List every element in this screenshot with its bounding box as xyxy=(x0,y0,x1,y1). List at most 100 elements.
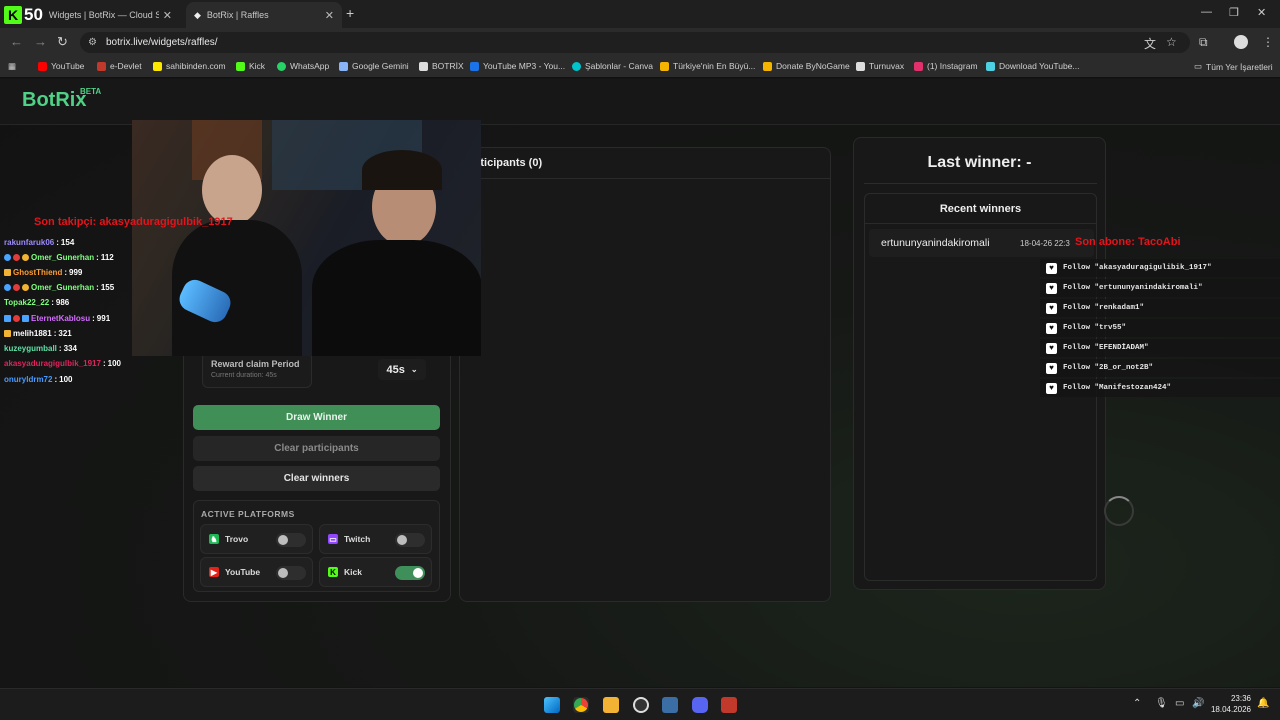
reward-duration-select[interactable]: 45s ⌄ xyxy=(378,359,426,380)
bookmark-youtube[interactable]: YouTube xyxy=(38,61,84,71)
start-icon[interactable] xyxy=(544,697,560,713)
obs-icon[interactable] xyxy=(633,697,649,713)
tab-title: Widgets | BotRix — Cloud Strea xyxy=(48,10,159,20)
heart-icon: ♥ xyxy=(1046,342,1057,354)
app-header: BotRix BETA xyxy=(0,79,1280,125)
draw-winner-button[interactable]: Draw Winner xyxy=(193,405,440,430)
badge-icon xyxy=(13,254,20,261)
bookmark-instagram[interactable]: (1) Instagram xyxy=(914,61,978,71)
forward-icon[interactable]: → xyxy=(34,34,47,49)
bookmark-sahibinden[interactable]: sahibinden.com xyxy=(153,61,226,71)
youtube-toggle[interactable] xyxy=(276,566,306,580)
profile-avatar[interactable] xyxy=(1234,35,1248,49)
menu-icon[interactable]: ⋮ xyxy=(1262,35,1274,49)
close-window-icon[interactable]: ✕ xyxy=(1257,6,1266,19)
follow-event: ♥ Follow "trv55" xyxy=(1040,319,1280,337)
chrome-taskbar-button[interactable] xyxy=(573,697,589,713)
address-bar[interactable]: ⚙ botrix.live/widgets/raffles/ xyxy=(80,32,1190,53)
badge-icon xyxy=(4,254,11,261)
volume-icon[interactable]: 🔊 xyxy=(1192,698,1204,709)
active-platforms-title: ACTIVE PLATFORMS xyxy=(201,509,295,519)
platform-kick: K Kick xyxy=(319,557,432,587)
chat-leaderboard-row: Omer_Gunerhan:155 xyxy=(4,283,114,292)
botrix-logo[interactable]: BotRix xyxy=(22,89,86,112)
chat-score: 986 xyxy=(55,298,70,307)
system-clock[interactable]: 23:36 18.04.2026 xyxy=(1211,693,1251,715)
url-text: botrix.live/widgets/raffles/ xyxy=(106,37,218,48)
heart-icon: ♥ xyxy=(1046,262,1057,274)
bookmark-turkiye[interactable]: Türkiye'nin En Büyü... xyxy=(660,61,755,71)
tab-raffles[interactable]: ◆ BotRix | Raffles ✕ xyxy=(186,2,342,28)
chat-leaderboard-row: Omer_Gunerhan:112 xyxy=(4,253,114,262)
bookmark-download-youtube[interactable]: Download YouTube... xyxy=(986,61,1080,71)
chat-leaderboard-row: GhostThiend:999 xyxy=(4,268,82,277)
all-bookmarks[interactable]: ▭ Tüm Yer İşaretleri xyxy=(1194,61,1273,72)
kick-icon xyxy=(236,61,245,71)
clear-winners-button[interactable]: Clear winners xyxy=(193,466,440,491)
discord-icon[interactable] xyxy=(692,697,708,713)
divider xyxy=(865,223,1096,224)
twitch-toggle[interactable] xyxy=(395,533,425,547)
bookmark-edevlet[interactable]: e-Devlet xyxy=(97,61,142,71)
steam-icon[interactable] xyxy=(662,697,678,713)
close-tab-icon[interactable]: ✕ xyxy=(325,9,334,22)
game-icon[interactable] xyxy=(721,697,737,713)
beta-badge: BETA xyxy=(80,87,102,96)
chevron-down-icon: ⌄ xyxy=(410,365,418,374)
chat-leaderboard-row: kuzeygumball:334 xyxy=(4,344,77,353)
back-icon[interactable]: ← xyxy=(10,34,23,49)
translate-icon[interactable]: 文 xyxy=(1144,35,1156,52)
clear-participants-button[interactable]: Clear participants xyxy=(193,436,440,461)
site-info-icon[interactable]: ⚙ xyxy=(88,32,97,53)
badge-icon xyxy=(22,315,29,322)
bookmark-kick[interactable]: Kick xyxy=(236,61,265,71)
heart-icon: ♥ xyxy=(1046,322,1057,334)
bookmark-botrix[interactable]: BOTRİX xyxy=(419,61,464,71)
close-tab-icon[interactable]: ✕ xyxy=(163,9,172,22)
chat-user: Omer_Gunerhan xyxy=(31,253,95,262)
bookmark-canva[interactable]: Şablonlar - Canva xyxy=(572,61,653,71)
winner-name: ertununyanindakiromali xyxy=(881,237,990,249)
bookmark-star-icon[interactable]: ☆ xyxy=(1166,35,1177,49)
bookmark-whatsapp[interactable]: WhatsApp xyxy=(277,61,329,71)
chat-leaderboard-row: melih1881:321 xyxy=(4,329,72,338)
download-icon xyxy=(986,61,995,71)
show-hidden-icons-icon[interactable]: ⌃ xyxy=(1133,698,1141,709)
microphone-icon[interactable]: 🎙 xyxy=(1155,698,1168,709)
winner-time: 18-04-26 22:3 xyxy=(1020,239,1070,248)
chat-user: Omer_Gunerhan xyxy=(31,283,95,292)
chat-user: EternetKablosu xyxy=(31,314,91,323)
bookmark-gemini[interactable]: Google Gemini xyxy=(339,61,409,71)
chat-score: 334 xyxy=(63,344,77,353)
apps-grid-icon[interactable]: ▦ xyxy=(8,61,16,72)
heart-icon: ♥ xyxy=(1046,282,1057,294)
kick-toggle[interactable] xyxy=(395,566,425,580)
follow-event: ♥ Follow "ertununyanindakiromali" xyxy=(1040,279,1280,297)
browser-toolbar: ← → ↻ ⚙ botrix.live/widgets/raffles/ 文 ☆… xyxy=(0,28,1280,56)
bookmarks-bar: ▦ YouTube e-Devlet sahibinden.com Kick W… xyxy=(0,56,1280,78)
reload-icon[interactable]: ↻ xyxy=(57,34,68,50)
heart-icon: ♥ xyxy=(1046,302,1057,314)
minimize-icon[interactable]: — xyxy=(1201,6,1212,18)
trovo-toggle[interactable] xyxy=(276,533,306,547)
whatsapp-icon xyxy=(277,61,286,71)
bookmark-youtube-mp3[interactable]: YouTube MP3 - You... xyxy=(470,61,565,71)
person-body xyxy=(312,240,481,356)
network-icon[interactable]: ▭ xyxy=(1175,698,1184,709)
new-tab-button[interactable]: + xyxy=(346,5,354,21)
bookmark-turnuvax[interactable]: Turnuvax xyxy=(856,61,904,71)
chat-leaderboard-row: EternetKablosu:991 xyxy=(4,314,110,323)
bookmark-bynogame[interactable]: Donate ByNoGame xyxy=(763,61,850,71)
participants-panel: articipants (0) xyxy=(459,147,831,602)
chat-score: 112 xyxy=(100,253,114,262)
last-follower-alert: Son takipçi: akasyaduragigulbik_1917 xyxy=(34,216,233,228)
extensions-icon[interactable]: ⧉ xyxy=(1199,35,1208,50)
winner-row: ertununyanindakiromali 18-04-26 22:3 xyxy=(869,229,1094,257)
notifications-icon[interactable]: 🔔 xyxy=(1257,698,1269,709)
badge-icon xyxy=(13,315,20,322)
tab-widgets[interactable]: K50 Widgets | BotRix — Cloud Strea ✕ xyxy=(0,2,180,28)
sahibinden-icon xyxy=(153,61,162,71)
bynogame-icon xyxy=(763,61,772,71)
maximize-icon[interactable]: ❐ xyxy=(1229,6,1239,19)
file-explorer-icon[interactable] xyxy=(603,697,619,713)
